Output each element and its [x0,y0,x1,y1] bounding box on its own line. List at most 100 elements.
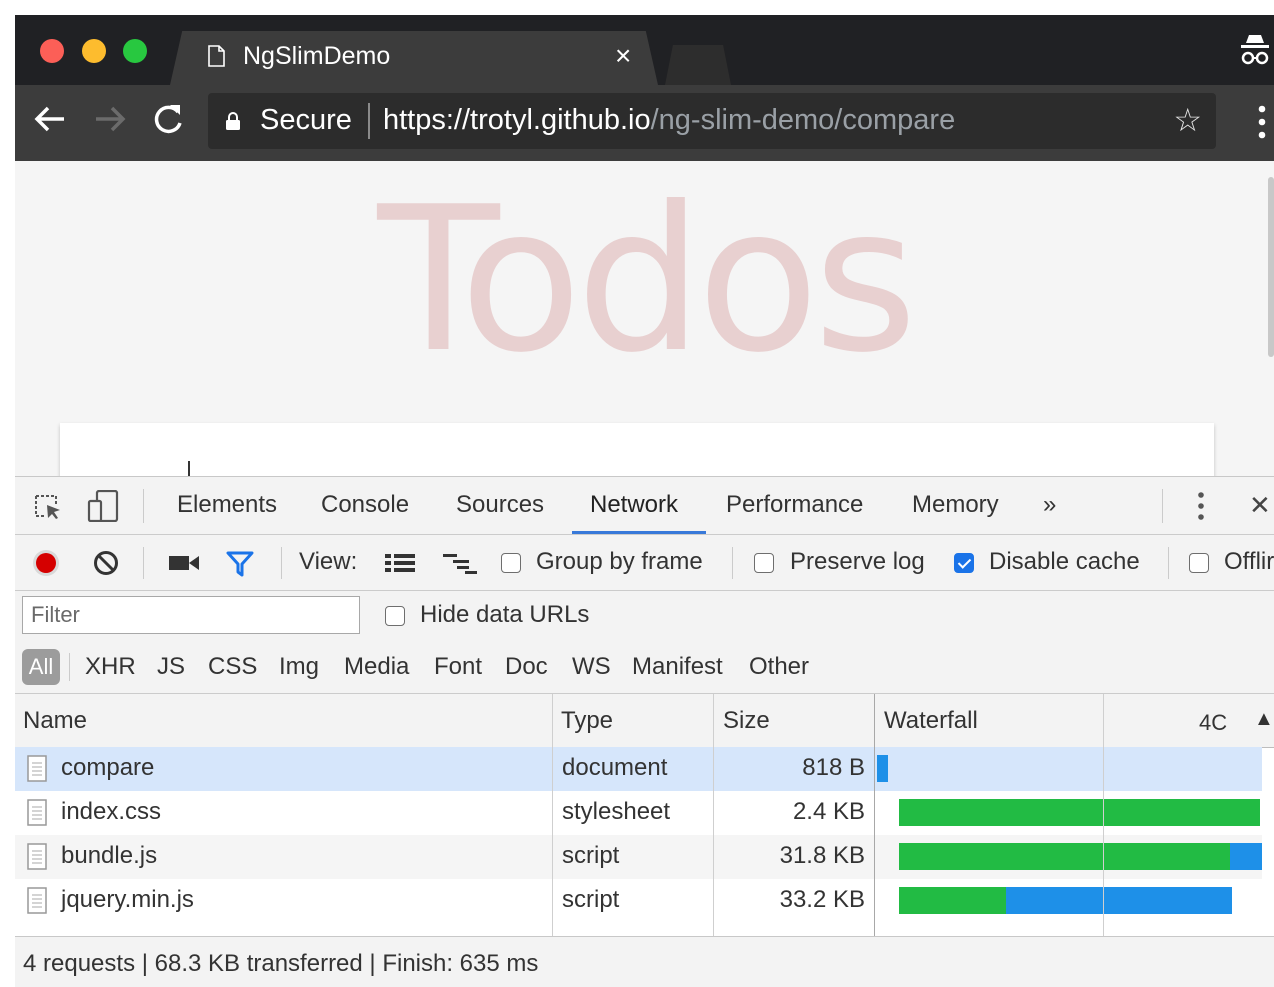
resource-type-filters: All XHR JS CSS Img Media Font Doc WS Man… [15,641,1274,694]
disable-cache-checkbox[interactable] [954,553,974,573]
document-file-icon [27,755,47,782]
table-row[interactable]: compare document 818 B [15,747,1262,791]
screenshot-camera-icon[interactable] [169,554,199,572]
document-file-icon [27,799,47,826]
hide-data-urls-label: Hide data URLs [420,601,590,628]
secure-label: Secure [260,104,352,136]
column-divider[interactable] [552,694,553,936]
url-text[interactable]: https://trotyl.github.io/ng-slim-demo/co… [383,104,955,137]
devtools-close-icon[interactable]: ✕ [1249,490,1271,521]
page-icon [208,45,225,67]
forward-icon[interactable] [90,99,130,139]
tab-close-button[interactable]: × [615,40,631,72]
type-filter-media[interactable]: Media [344,653,409,681]
close-window-button[interactable] [40,39,64,63]
browser-menu-icon[interactable] [1258,105,1266,139]
zoom-window-button[interactable] [123,39,147,63]
more-tabs-button[interactable]: » [1043,491,1056,519]
tab-console[interactable]: Console [321,491,409,519]
preserve-log-checkbox[interactable] [754,553,774,573]
group-by-frame-checkbox[interactable] [501,553,521,573]
reload-icon[interactable] [148,99,188,139]
waterfall-bar-download [1230,843,1262,870]
request-name: bundle.js [61,842,158,869]
request-size: 31.8 KB [779,842,865,869]
status-bar: 4 requests | 68.3 KB transferred | Finis… [15,936,1274,987]
device-toolbar-icon[interactable] [87,490,121,522]
record-icon[interactable] [32,549,60,577]
new-tab-button[interactable] [665,45,731,85]
waterfall-bar-waiting [899,799,1260,826]
column-divider[interactable] [713,694,714,936]
type-filter-xhr[interactable]: XHR [85,653,136,681]
type-divider [69,653,70,681]
column-size[interactable]: Size [723,707,770,735]
tab-sources[interactable]: Sources [456,491,544,519]
address-separator [368,103,370,139]
document-file-icon [27,887,47,914]
sort-ascending-icon[interactable]: ▲ [1254,708,1274,731]
type-filter-img[interactable]: Img [279,653,319,681]
type-filter-js[interactable]: JS [157,653,185,681]
type-filter-other[interactable]: Other [749,653,809,681]
address-bar[interactable]: Secure https://trotyl.github.io/ng-slim-… [208,93,1216,149]
tab-memory[interactable]: Memory [912,491,999,519]
status-summary: 4 requests | 68.3 KB transferred | Finis… [23,950,539,977]
waterfall-gridline [1103,694,1104,936]
filter-icon[interactable] [226,551,254,577]
devtools-menu-icon[interactable] [1197,491,1205,521]
incognito-icon [1241,35,1269,65]
filter-row: Filter Hide data URLs [15,591,1274,641]
browser-toolbar: Secure https://trotyl.github.io/ng-slim-… [15,85,1274,161]
requests-table: Name Type Size Waterfall 4C ▲ compare do… [15,694,1274,936]
tab-network[interactable]: Network [590,491,678,519]
table-row[interactable]: jquery.min.js script 33.2 KB [15,879,1262,923]
waterfall-tick-label: 4C [1199,710,1228,735]
browser-tab[interactable]: NgSlimDemo × [170,31,658,85]
hide-data-urls-checkbox[interactable] [385,606,405,626]
large-rows-icon[interactable] [385,553,415,573]
table-row[interactable]: bundle.js script 31.8 KB [15,835,1262,879]
column-divider[interactable] [874,694,875,936]
request-type: document [562,754,668,781]
column-waterfall[interactable]: Waterfall [884,707,978,735]
toolbar-divider [281,547,282,579]
table-row[interactable]: index.css stylesheet 2.4 KB [15,791,1262,835]
filter-input[interactable]: Filter [22,596,360,634]
toolbar-divider [143,547,144,579]
request-size: 2.4 KB [792,798,865,825]
tab-elements[interactable]: Elements [177,491,277,519]
request-size: 818 B [802,754,865,781]
minimize-window-button[interactable] [82,39,106,63]
column-name[interactable]: Name [23,707,87,735]
request-type: script [562,842,620,869]
clear-icon[interactable] [93,550,119,576]
preserve-log-label: Preserve log [790,548,925,575]
type-filter-font[interactable]: Font [434,653,482,681]
back-icon[interactable] [30,99,70,139]
overview-icon[interactable] [443,553,477,575]
waterfall-bar-waiting [899,887,1006,914]
type-filter-manifest[interactable]: Manifest [632,653,723,681]
type-filter-ws[interactable]: WS [572,653,611,681]
text-caret [188,461,190,476]
page-scrollbar[interactable] [1268,177,1274,357]
page-heading: Todos [377,164,917,397]
column-type[interactable]: Type [561,707,613,735]
bookmark-star-icon[interactable]: ☆ [1173,101,1202,139]
toolbar-divider [143,489,144,523]
inspect-element-icon[interactable] [33,493,63,521]
document-file-icon [27,843,47,870]
new-todo-card[interactable] [60,423,1214,476]
type-filter-doc[interactable]: Doc [505,653,548,681]
tab-performance[interactable]: Performance [726,491,863,519]
offline-checkbox[interactable] [1189,553,1209,573]
browser-window: NgSlimDemo × Secure https://trotyl.githu… [15,15,1274,987]
tab-strip: NgSlimDemo × [15,15,1274,85]
request-type: script [562,886,620,913]
type-filter-all[interactable]: All [22,649,60,685]
toolbar-divider [732,547,733,579]
disable-cache-label: Disable cache [989,548,1140,575]
request-name: index.css [61,798,162,825]
type-filter-css[interactable]: CSS [208,653,257,681]
